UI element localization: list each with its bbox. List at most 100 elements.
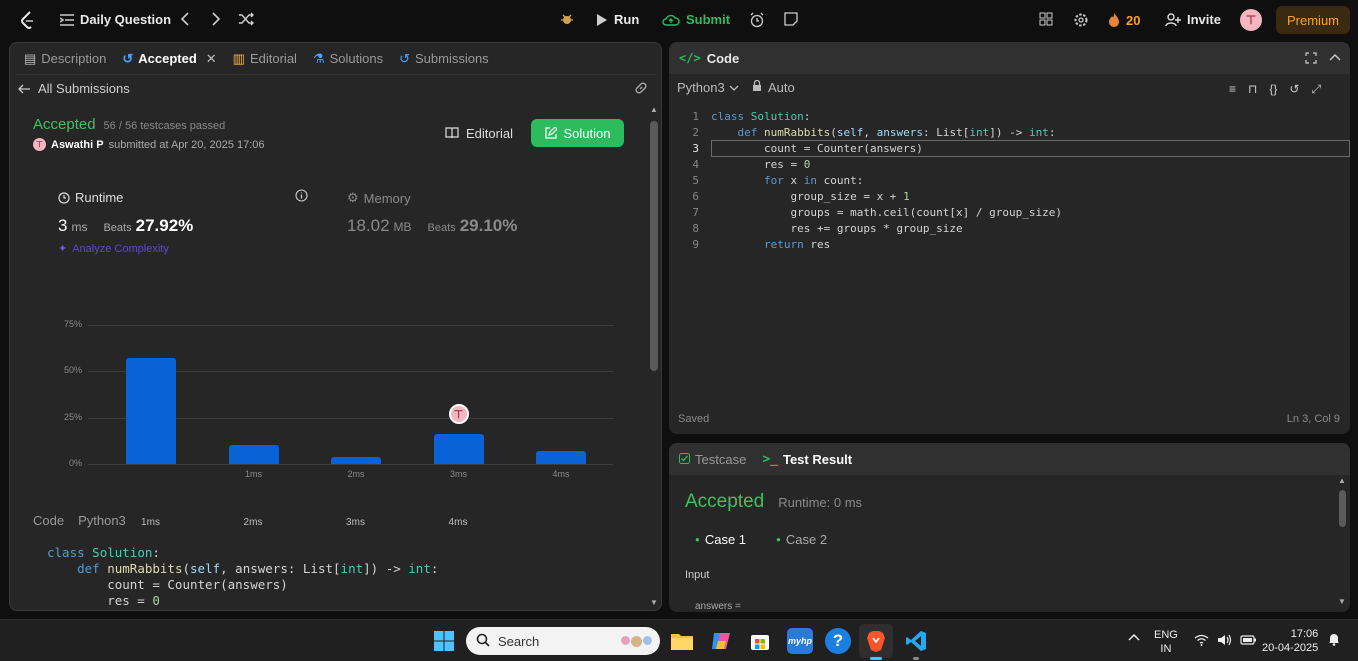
saved-status: Saved	[678, 413, 710, 425]
tab-case-1[interactable]: ● Case 1	[695, 532, 746, 547]
runtime-distribution-chart: 0% 25% 50% 75% 1ms 2ms 3ms ⊤ 4ms 1ms 2ms 3ms 4ms	[10, 43, 661, 528]
gear-icon	[1073, 12, 1089, 28]
x-tick-label: 1ms	[244, 469, 262, 479]
scrollbar-thumb[interactable]	[650, 121, 658, 371]
code-label: Code	[33, 513, 65, 528]
language-select[interactable]: Python3	[677, 80, 739, 95]
checkbox-icon	[679, 452, 690, 467]
random-problem-button[interactable]	[238, 12, 254, 26]
notes-button[interactable]	[784, 12, 798, 26]
streak-counter[interactable]: 20	[1108, 12, 1140, 28]
file-explorer-icon[interactable]	[669, 628, 695, 654]
gutter	[669, 102, 678, 402]
expand-icon[interactable]: ⤢	[1311, 82, 1321, 97]
settings-button[interactable]	[1073, 12, 1089, 28]
case1-label: Case 1	[704, 532, 747, 547]
top-bar: Daily Question Run Submit 20 Invite ⊤ Pr…	[0, 0, 1358, 40]
help-icon[interactable]: ?	[825, 628, 851, 654]
bookmark-icon[interactable]: ⊓	[1248, 82, 1257, 97]
scroll-down-icon[interactable]: ▼	[650, 598, 658, 607]
format-icon[interactable]: ≡	[1229, 82, 1236, 97]
note-icon	[784, 12, 798, 26]
result-runtime: Runtime: 0 ms	[778, 495, 863, 510]
tab-test-result[interactable]: >_ Test Result	[762, 452, 852, 467]
line-number: 8	[692, 222, 699, 235]
line-number: 9	[692, 238, 699, 251]
clock-time: 17:06	[1290, 628, 1319, 640]
tab-testcase[interactable]: Testcase	[679, 452, 746, 467]
gridline	[88, 464, 613, 465]
scroll-up-icon[interactable]: ▲	[650, 105, 658, 114]
mode-value: Auto	[768, 80, 795, 95]
scroll-up-icon[interactable]: ▲	[1338, 476, 1346, 485]
streak-count: 20	[1126, 12, 1141, 28]
lang-line-1: ENG	[1154, 629, 1178, 641]
scrollbar-thumb[interactable]	[1339, 490, 1346, 527]
y-tick-label: 75%	[63, 319, 82, 329]
testcase-label: Testcase	[695, 451, 747, 467]
chart-bar[interactable]	[536, 451, 586, 464]
reset-icon[interactable]: ↺	[1289, 82, 1299, 97]
dot-icon: ●	[776, 535, 781, 544]
layout-button[interactable]	[1039, 12, 1053, 26]
code-editor[interactable]: class Solution: def numRabbits(self, ans…	[711, 109, 1062, 253]
case2-label: Case 2	[785, 532, 828, 547]
collapse-icon[interactable]	[1329, 51, 1341, 69]
notification-bell-icon[interactable]	[1328, 632, 1340, 651]
x-range-label: 3ms	[346, 517, 365, 528]
tab-case-2[interactable]: ● Case 2	[776, 532, 827, 547]
code-title: Code	[706, 50, 740, 66]
code-panel: </> Code Python3 Auto ≡ ⊓ {} ↺ ⤢ 1 2 3 4 5 6 7…	[669, 42, 1350, 434]
hp-app-icon[interactable]: myhp	[787, 628, 813, 654]
vscode-icon[interactable]	[903, 628, 929, 654]
x-tick-label: 2ms	[347, 469, 365, 479]
timer-button[interactable]	[749, 12, 765, 28]
brave-browser-icon[interactable]	[859, 624, 893, 658]
problem-list-button[interactable]: Daily Question	[60, 12, 171, 27]
chart-bar[interactable]	[433, 434, 484, 464]
system-tray[interactable]	[1194, 633, 1257, 651]
scroll-down-icon[interactable]: ▼	[1338, 597, 1346, 606]
prev-problem-button[interactable]	[180, 12, 190, 26]
lang-line-2: IN	[1160, 643, 1172, 655]
x-range-label: 2ms	[243, 517, 263, 528]
leetcode-logo-icon[interactable]	[18, 10, 38, 30]
editor-toolbar: ≡ ⊓ {} ↺ ⤢	[1229, 82, 1321, 97]
run-label: Run	[614, 12, 640, 27]
result-status: Accepted Runtime: 0 ms	[685, 491, 862, 513]
invite-label: Invite	[1187, 12, 1221, 27]
alarm-clock-icon	[749, 12, 765, 28]
clock[interactable]: 17:06 20-04-2025	[1262, 627, 1318, 655]
user-avatar[interactable]: ⊤	[1240, 9, 1262, 31]
tray-chevron-up-icon[interactable]	[1128, 632, 1140, 644]
grid-icon	[1039, 12, 1053, 26]
premium-button[interactable]: Premium	[1276, 6, 1351, 34]
test-result-panel: Testcase >_ Test Result Accepted Runtime…	[669, 443, 1350, 612]
chart-bar[interactable]	[331, 456, 381, 464]
code-panel-header: </> Code	[669, 42, 1350, 74]
invite-button[interactable]: Invite	[1165, 12, 1221, 27]
search-placeholder: Search	[498, 633, 540, 649]
braces-icon[interactable]: {}	[1269, 82, 1277, 97]
auto-mode-toggle[interactable]: Auto	[752, 79, 795, 95]
chart-bar[interactable]	[228, 445, 279, 464]
x-tick-label: 3ms	[449, 469, 467, 479]
copilot-icon[interactable]	[708, 628, 734, 654]
maximize-icon[interactable]	[1305, 51, 1317, 69]
y-tick-label: 25%	[63, 411, 82, 422]
windows-start-icon[interactable]	[431, 628, 457, 654]
submit-label: Submit	[686, 12, 731, 27]
debug-button[interactable]	[560, 12, 574, 26]
taskbar-search[interactable]: Search	[466, 627, 660, 655]
language-indicator[interactable]: ENG IN	[1154, 628, 1178, 656]
code-icon: </>	[679, 51, 701, 65]
y-tick-label: 0%	[68, 458, 82, 468]
run-button[interactable]: Run	[596, 12, 639, 27]
chart-bar[interactable]	[126, 358, 176, 464]
bug-icon	[560, 12, 574, 26]
next-problem-button[interactable]	[211, 12, 221, 26]
submit-button[interactable]: Submit	[662, 12, 730, 27]
line-number: 2	[692, 126, 699, 139]
store-icon[interactable]	[747, 628, 773, 654]
lang-label: Python3	[78, 513, 126, 528]
